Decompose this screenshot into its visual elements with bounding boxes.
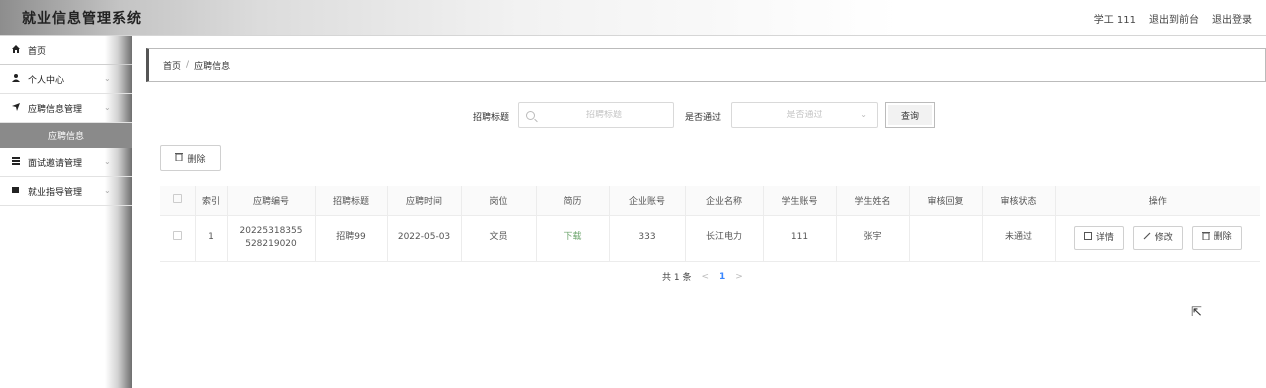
review-reply-cell: [909, 215, 983, 262]
title-filter-label: 招聘标题: [473, 113, 510, 123]
breadcrumb: 首页 / 应聘信息: [146, 48, 1266, 82]
sidebar-item-label: 面试邀请管理: [28, 158, 83, 169]
chevron-down-icon: ⌄: [104, 74, 111, 83]
next-page-button[interactable]: >: [735, 272, 743, 282]
edit-label: 修改: [1154, 232, 1173, 243]
breadcrumb-home[interactable]: 首页: [163, 59, 181, 72]
sidebar-item-label: 应聘信息管理: [28, 104, 83, 115]
review-status-cell: 未通过: [982, 215, 1056, 262]
column-header: 学生账号: [763, 186, 837, 216]
application-no-cell: 20225318355 528219020: [227, 215, 316, 262]
user-icon: [12, 74, 24, 84]
row-delete-button[interactable]: 删除: [1191, 225, 1242, 250]
column-header: 应聘编号: [227, 186, 316, 216]
sidebar-item-home[interactable]: 首页: [0, 36, 132, 65]
sidebar-item-label: 就业指导管理: [28, 187, 83, 198]
review-filter-select[interactable]: ⌄: [731, 102, 878, 128]
sidebar-menu: 首页 个人中心 ⌄ 应聘信息管理 ⌄ 应聘信息 面试邀请管理 ⌄ 就业指导管理 …: [0, 36, 132, 206]
sidebar-item-guidance-management[interactable]: 就业指导管理 ⌄: [0, 177, 132, 206]
header-user-area: 学工 111 退出到前台 退出登录: [1094, 11, 1252, 26]
list-icon: [12, 157, 24, 167]
to-frontend-link[interactable]: 退出到前台: [1149, 11, 1199, 26]
row-delete-label: 删除: [1213, 232, 1232, 243]
top-header: 就业信息管理系统 学工 111 退出到前台 退出登录: [0, 0, 1266, 36]
sidebar: 首页 个人中心 ⌄ 应聘信息管理 ⌄ 应聘信息 面试邀请管理 ⌄ 就业指导管理 …: [0, 36, 132, 388]
send-icon: [12, 103, 24, 113]
bulk-delete-button[interactable]: 删除: [160, 145, 221, 171]
actions-cell: 详情 修改 删除: [1055, 215, 1260, 262]
table-header-row: 索引 应聘编号 招聘标题 应聘时间 岗位 简历 企业账号 企业名称 学生账号 学…: [160, 186, 1260, 216]
pagination-total: 共 1 条: [662, 273, 692, 283]
apply-time-cell: 2022-05-03: [387, 215, 462, 262]
row-select-cell: [160, 215, 196, 262]
trash-icon: [175, 152, 184, 164]
column-header: 学生姓名: [836, 186, 910, 216]
column-header: 简历: [536, 186, 610, 216]
review-filter-input[interactable]: [732, 110, 877, 120]
select-all-cell: [160, 186, 196, 216]
company-name-cell: 长江电力: [685, 215, 764, 262]
title-filter-input[interactable]: [535, 110, 673, 120]
column-header: 岗位: [461, 186, 537, 216]
trash-icon: [1201, 231, 1210, 245]
detail-label: 详情: [1095, 232, 1114, 243]
column-header: 操作: [1055, 186, 1260, 216]
title-filter-field[interactable]: [518, 102, 674, 128]
application-table: 索引 应聘编号 招聘标题 应聘时间 岗位 简历 企业账号 企业名称 学生账号 学…: [160, 186, 1260, 262]
index-cell: 1: [195, 215, 228, 262]
chevron-down-icon: ⌄: [104, 186, 111, 195]
book-icon: [12, 186, 24, 196]
prev-page-button[interactable]: <: [701, 272, 709, 282]
page-number-current[interactable]: 1: [719, 272, 725, 282]
student-name-cell: 张宇: [836, 215, 910, 262]
company-account-cell: 333: [609, 215, 686, 262]
search-icon: [526, 110, 535, 120]
mouse-pointer-icon: ⇱: [1191, 305, 1202, 320]
sidebar-item-label: 个人中心: [28, 75, 65, 86]
position-cell: 文员: [461, 215, 537, 262]
review-filter-label: 是否通过: [685, 113, 722, 123]
column-header: 企业账号: [609, 186, 686, 216]
sidebar-subitem-application-info[interactable]: 应聘信息: [0, 123, 132, 148]
pagination: 共 1 条 < 1 >: [662, 270, 743, 284]
sidebar-item-profile[interactable]: 个人中心 ⌄: [0, 65, 132, 94]
query-button[interactable]: 查询: [885, 102, 935, 128]
detail-button[interactable]: 详情: [1073, 226, 1124, 251]
column-header: 审核回复: [909, 186, 983, 216]
chevron-down-icon: ⌄: [104, 103, 111, 112]
column-header: 应聘时间: [387, 186, 462, 216]
breadcrumb-separator: /: [186, 60, 190, 70]
logout-link[interactable]: 退出登录: [1212, 11, 1252, 26]
row-checkbox[interactable]: [172, 230, 182, 240]
breadcrumb-current: 应聘信息: [194, 61, 231, 72]
job-title-cell: 招聘99: [315, 215, 388, 262]
column-header: 索引: [195, 186, 228, 216]
application-no-line1: 20225318355: [239, 225, 303, 236]
sidebar-item-interview-management[interactable]: 面试邀请管理 ⌄: [0, 148, 132, 177]
column-header: 企业名称: [685, 186, 764, 216]
resume-cell: 下载: [536, 215, 610, 262]
current-user-label: 学工 111: [1093, 15, 1136, 26]
chevron-down-icon: ⌄: [104, 157, 111, 166]
table-row: 1 20225318355 528219020 招聘99 2022-05-03 …: [160, 215, 1260, 262]
chevron-down-icon: ⌄: [860, 110, 867, 119]
edit-button[interactable]: 修改: [1132, 226, 1183, 251]
app-title: 就业信息管理系统: [22, 11, 142, 27]
column-header: 审核状态: [982, 186, 1056, 216]
document-icon: [1083, 231, 1092, 245]
sidebar-item-application-management[interactable]: 应聘信息管理 ⌄: [0, 94, 132, 123]
sidebar-item-label: 首页: [28, 46, 47, 57]
edit-icon: [1143, 232, 1151, 245]
resume-download-link[interactable]: 下载: [563, 232, 581, 242]
column-header: 招聘标题: [315, 186, 388, 216]
home-icon: [12, 45, 24, 55]
select-all-checkbox[interactable]: [172, 194, 182, 204]
application-no-line2: 528219020: [245, 239, 297, 249]
student-account-cell: 111: [763, 215, 837, 262]
bulk-delete-label: 删除: [187, 154, 206, 165]
